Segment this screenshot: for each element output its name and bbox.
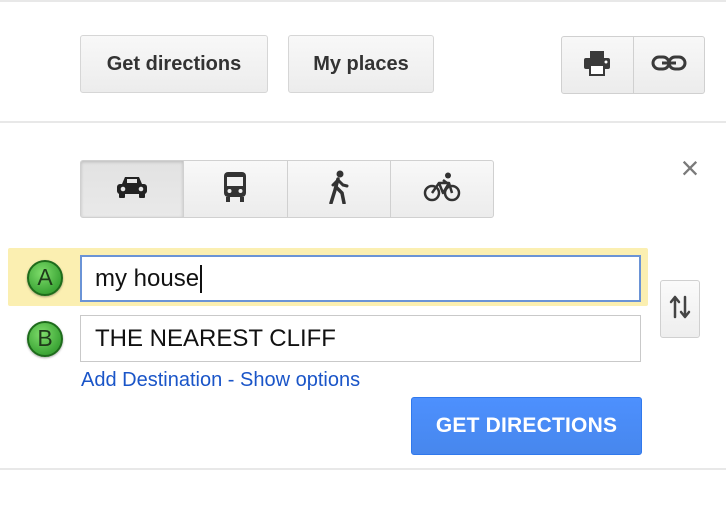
mode-transit-button[interactable] <box>183 161 286 217</box>
destination-value: THE NEAREST CLIFF <box>95 324 336 352</box>
print-icon <box>582 50 612 81</box>
text-caret <box>200 264 203 293</box>
print-button[interactable] <box>562 37 633 93</box>
marker-b-icon[interactable]: B <box>27 321 63 357</box>
route-options-links: Add Destination - Show options <box>81 369 360 392</box>
top-divider <box>0 0 726 2</box>
marker-a-icon[interactable]: A <box>27 260 63 296</box>
swap-icon <box>669 295 691 324</box>
my-places-button[interactable]: My places <box>288 35 434 93</box>
toolbar-divider <box>0 121 726 123</box>
bus-icon <box>221 171 249 208</box>
swap-waypoints-button[interactable] <box>660 280 700 338</box>
start-location-value: my house <box>95 264 200 292</box>
share-button-group <box>561 36 705 94</box>
travel-mode-selector <box>80 160 494 218</box>
mode-car-button[interactable] <box>81 161 184 217</box>
link-icon <box>651 53 687 78</box>
link-separator: - <box>222 369 240 391</box>
submit-directions-button[interactable]: GET DIRECTIONS <box>411 397 642 455</box>
walking-icon <box>327 170 351 209</box>
bottom-divider <box>0 468 726 470</box>
bicycle-icon <box>423 172 461 207</box>
start-location-input[interactable]: my house <box>80 255 641 302</box>
destination-input[interactable]: THE NEAREST CLIFF <box>80 315 641 362</box>
show-options-link[interactable]: Show options <box>240 369 360 391</box>
link-button[interactable] <box>632 37 705 93</box>
get-directions-button[interactable]: Get directions <box>80 35 268 93</box>
mode-walking-button[interactable] <box>286 161 390 217</box>
add-destination-link[interactable]: Add Destination <box>81 369 222 391</box>
car-icon <box>115 174 149 205</box>
close-icon[interactable]: × <box>676 152 704 184</box>
mode-bicycling-button[interactable] <box>389 161 493 217</box>
